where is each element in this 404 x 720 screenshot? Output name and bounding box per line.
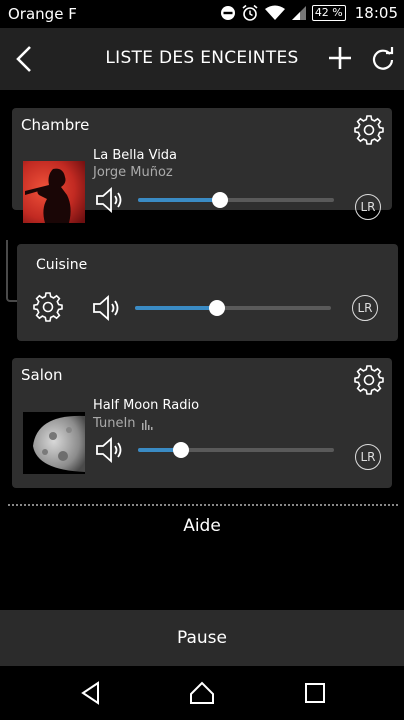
speaker-card-chambre[interactable]: Chambre La Bella Vida Jorge Muñoz LR: [12, 108, 392, 223]
pause-label: Pause: [177, 628, 227, 648]
refresh-icon[interactable]: [369, 45, 397, 73]
speaker-card-cuisine[interactable]: Cuisine LR: [17, 244, 398, 341]
album-art: [23, 412, 85, 474]
title-bar: LISTE DES ENCEINTES: [0, 28, 404, 90]
track-title: La Bella Vida: [93, 148, 178, 163]
album-art: [23, 161, 85, 223]
channel-badge[interactable]: LR: [355, 444, 381, 470]
speaker-volume-icon[interactable]: [94, 436, 126, 464]
nav-back-icon[interactable]: [78, 680, 104, 706]
system-nav-bar: [0, 666, 404, 720]
volume-slider[interactable]: [138, 440, 334, 460]
clock: 18:05: [354, 4, 398, 22]
gear-icon[interactable]: [354, 365, 384, 395]
track-title: Half Moon Radio: [93, 398, 200, 413]
plus-icon[interactable]: [326, 44, 354, 72]
gear-icon[interactable]: [33, 292, 63, 322]
volume-knob[interactable]: [212, 192, 229, 208]
help-link[interactable]: Aide: [0, 516, 404, 536]
volume-fill: [135, 306, 218, 310]
pause-button[interactable]: Pause: [0, 610, 404, 666]
speaker-volume-icon[interactable]: [91, 294, 123, 322]
gear-icon[interactable]: [354, 115, 384, 145]
volume-slider[interactable]: [135, 298, 331, 318]
speaker-name: Cuisine: [36, 257, 88, 273]
speaker-volume-icon[interactable]: [94, 186, 126, 214]
status-icons: 42 % 18:05: [220, 4, 398, 22]
channel-badge[interactable]: LR: [352, 295, 378, 321]
track-source: TuneIn: [93, 416, 153, 431]
battery-level: 42 %: [311, 5, 346, 21]
channel-badge[interactable]: LR: [355, 194, 381, 220]
volume-slider[interactable]: [138, 190, 334, 210]
status-bar: Orange F 42 % 18:05: [0, 0, 404, 28]
nav-home-icon[interactable]: [189, 680, 215, 706]
equalizer-icon: [141, 419, 153, 430]
speaker-name: Chambre: [21, 116, 90, 134]
speaker-list: Chambre La Bella Vida Jorge Muñoz LR Cui…: [0, 90, 404, 610]
nav-recents-icon[interactable]: [302, 680, 328, 706]
do-not-disturb-icon: [220, 6, 235, 20]
alarm-icon: [242, 4, 258, 21]
dotted-divider: [8, 504, 398, 506]
cell-signal-icon: [291, 6, 306, 20]
volume-fill: [138, 198, 221, 202]
speaker-name: Salon: [21, 366, 63, 384]
speaker-card-salon[interactable]: Salon Half Moon Radio TuneIn LR: [12, 358, 392, 488]
carrier-name: Orange F: [8, 5, 77, 23]
volume-knob[interactable]: [173, 442, 190, 458]
volume-knob[interactable]: [209, 300, 226, 316]
track-artist: Jorge Muñoz: [93, 165, 173, 180]
source-name: TuneIn: [93, 416, 136, 431]
wifi-icon: [264, 5, 285, 20]
